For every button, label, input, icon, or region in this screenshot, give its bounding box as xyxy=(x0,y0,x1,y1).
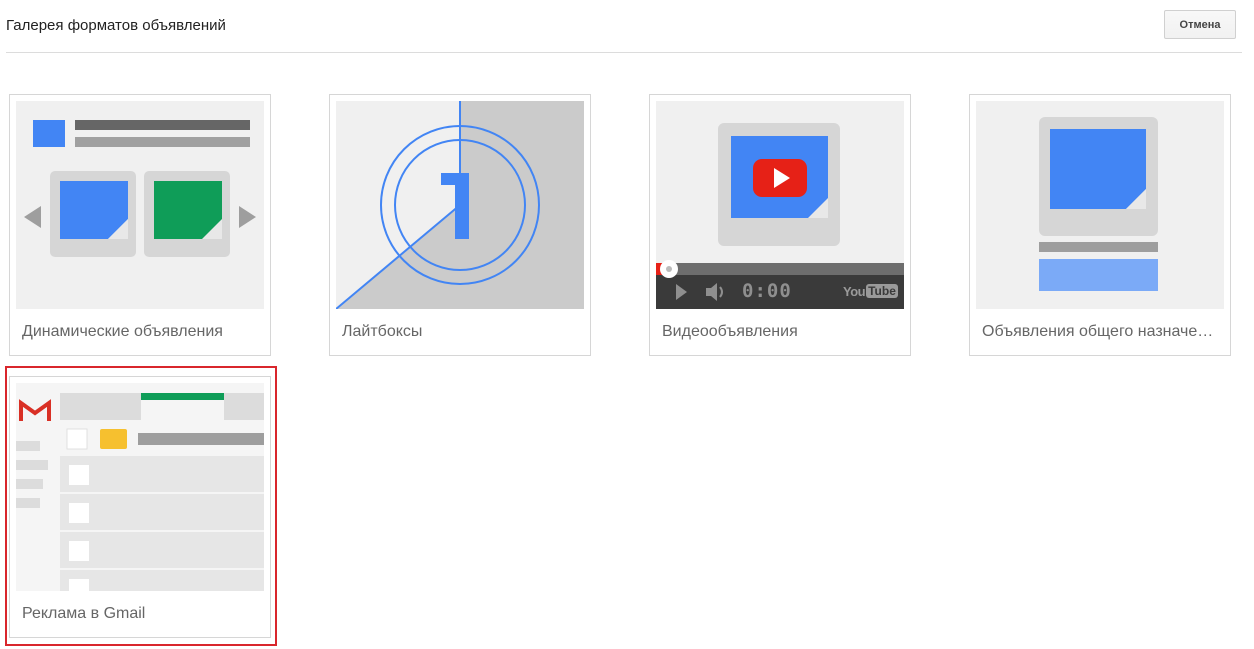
format-card-label: Реклама в Gmail xyxy=(22,605,146,622)
format-card-label: Лайтбоксы xyxy=(342,323,423,340)
general-ad-illustration xyxy=(976,101,1224,309)
format-card-label: Объявления общего назначения xyxy=(982,323,1218,340)
format-card-lightbox[interactable]: Лайтбоксы xyxy=(329,94,591,356)
player-time: 0:00 xyxy=(742,280,792,302)
format-card-gmail-ads[interactable]: Реклама в Gmail xyxy=(9,376,271,638)
page-title: Галерея форматов объявлений xyxy=(6,17,226,34)
header-divider xyxy=(6,52,1242,53)
dynamic-ads-illustration xyxy=(16,101,264,309)
cancel-button[interactable]: Отмена xyxy=(1164,10,1236,39)
gmail-inbox-illustration xyxy=(16,383,264,591)
format-card-label: Видеообъявления xyxy=(662,323,798,340)
format-card-general-ads[interactable]: Объявления общего назначения xyxy=(969,94,1231,356)
format-card-video-ads[interactable]: 0:00 You Tube Видеообъявления xyxy=(649,94,911,356)
format-card-label: Динамические объявления xyxy=(22,323,223,340)
lightbox-countdown-illustration xyxy=(336,101,584,309)
video-player-illustration xyxy=(656,101,904,309)
format-card-dynamic-ads[interactable]: Динамические объявления xyxy=(9,94,271,356)
youtube-logo: You Tube xyxy=(843,283,898,299)
